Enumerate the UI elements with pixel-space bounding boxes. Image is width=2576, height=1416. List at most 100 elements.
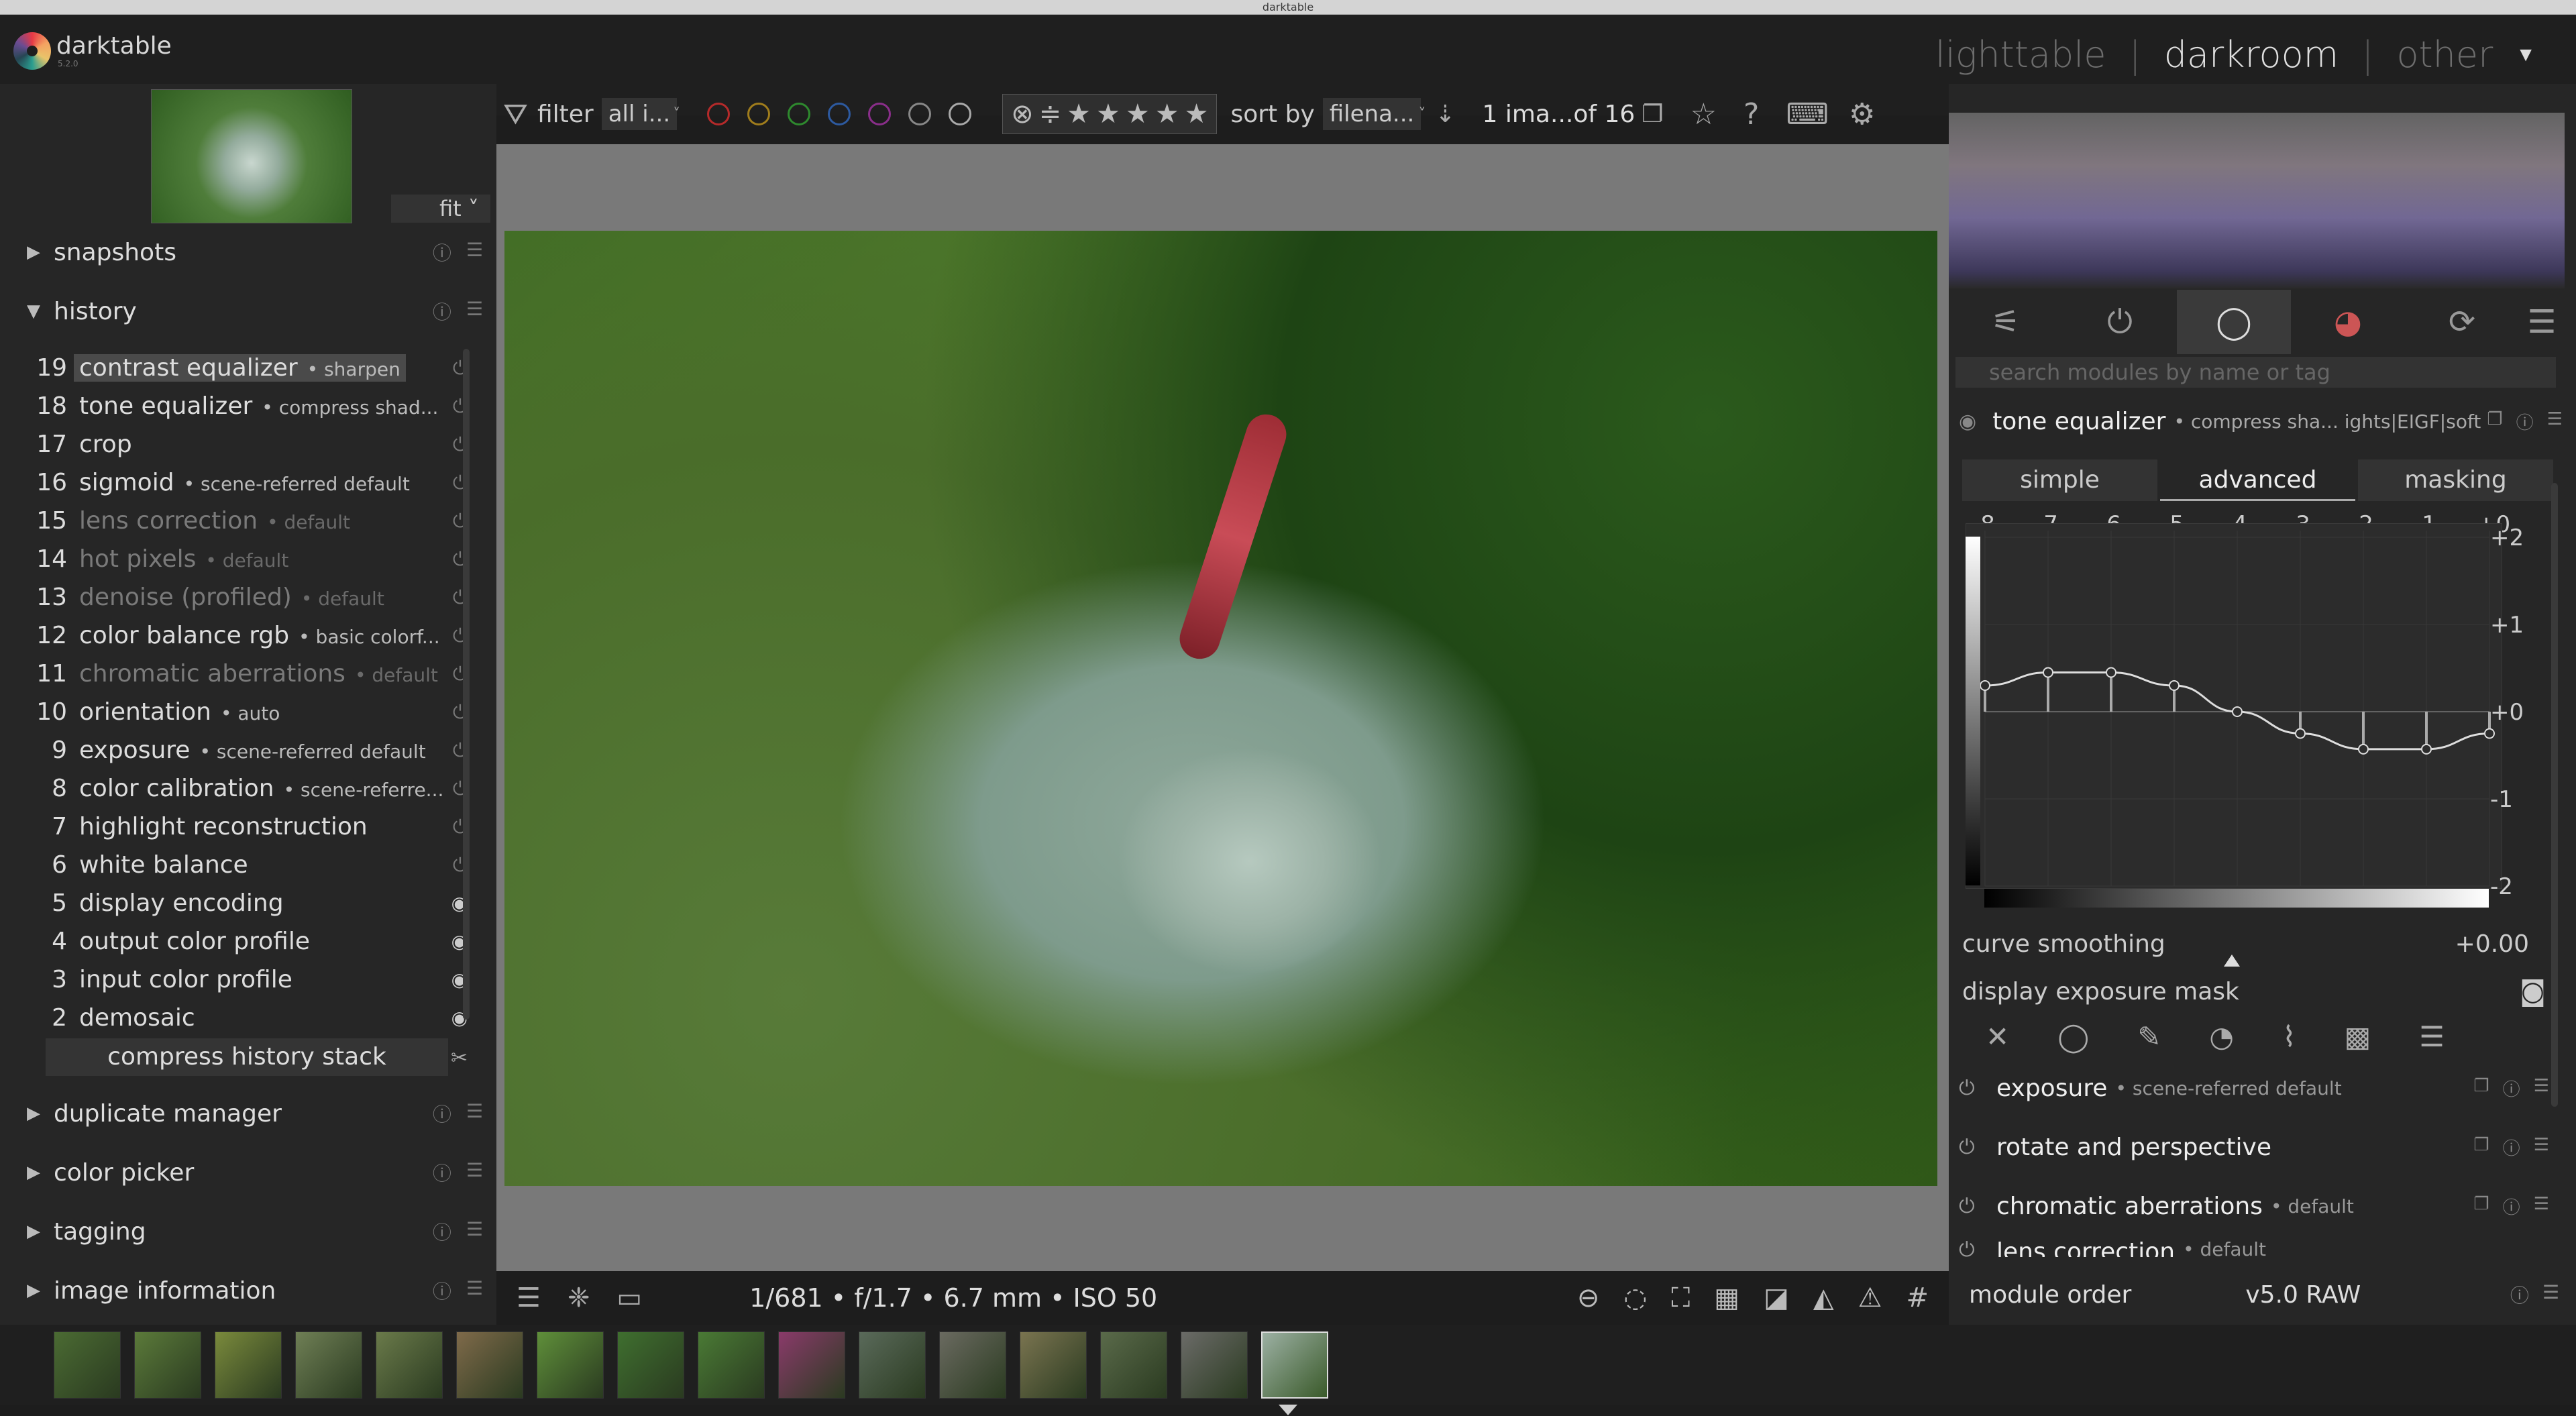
reset-icon[interactable]: ⓘ	[433, 1218, 451, 1245]
filmstrip-thumbnail[interactable]	[134, 1331, 201, 1399]
history-item[interactable]: 16 sigmoid • scene-referred default ⏻	[35, 464, 474, 502]
presets-icon[interactable]: ☰	[2534, 1194, 2549, 1219]
history-item[interactable]: 4 output color profile ◉	[35, 922, 474, 961]
histogram[interactable]	[1949, 113, 2565, 288]
second-window-icon[interactable]: ▭	[616, 1283, 642, 1313]
color-assessment-icon[interactable]: ⊖	[1577, 1283, 1600, 1313]
reset-icon[interactable]: ⓘ	[433, 1277, 451, 1304]
tone-curve-graph[interactable]	[1966, 523, 2502, 889]
history-item[interactable]: 15 lens correction • default ⏻	[35, 502, 474, 540]
history-item[interactable]: 2 demosaic ◉	[35, 999, 474, 1037]
star-icon[interactable]: ★	[1096, 99, 1120, 129]
history-item[interactable]: 6 white balance ⏻	[35, 846, 474, 884]
power-icon[interactable]: ⏻	[1959, 1195, 1996, 1218]
view-lighttable[interactable]: lighttable	[1935, 34, 2106, 76]
softproof-icon[interactable]: ▦	[1714, 1283, 1739, 1313]
filmstrip-thumbnail[interactable]	[215, 1331, 282, 1399]
reset-icon[interactable]: ⓘ	[2503, 1194, 2520, 1219]
zoom-fit-select[interactable]: fit ˅	[391, 195, 490, 223]
history-item[interactable]: 14 hot pixels • default ⏻	[35, 540, 474, 578]
filmstrip-thumbnail[interactable]	[537, 1331, 604, 1399]
color-label-icon[interactable]	[949, 103, 972, 125]
star-outline-icon[interactable]: ☆	[1690, 97, 1717, 131]
curve-node[interactable]	[2358, 743, 2369, 755]
presets-icon[interactable]: ☰	[2519, 290, 2565, 354]
remove-mask-icon[interactable]: ✕	[1986, 1020, 2009, 1053]
view-other[interactable]: other	[2396, 34, 2493, 76]
sort-order-icon[interactable]: ⇣	[1435, 101, 1455, 128]
presets-icon[interactable]: ☰	[2534, 1135, 2549, 1160]
reject-icon[interactable]: ⊗	[1011, 99, 1034, 129]
curve-node[interactable]	[2169, 680, 2180, 691]
presets-icon[interactable]: ☰	[466, 298, 483, 325]
filmstrip-thumbnail[interactable]	[54, 1331, 121, 1399]
section-color-picker[interactable]: ▶ color picker ⓘ ☰	[27, 1152, 483, 1193]
history-item[interactable]: 5 display encoding ◉	[35, 884, 474, 922]
presets-icon[interactable]: ☰	[466, 1218, 483, 1245]
tone-equalizer-header[interactable]: ◉ tone equalizer • compress sha... ights…	[1959, 401, 2563, 441]
filmstrip-thumbnail[interactable]	[456, 1331, 523, 1399]
filmstrip-thumbnail[interactable]	[778, 1331, 845, 1399]
filmstrip-thumbnail[interactable]	[1181, 1331, 1248, 1399]
drawn-parametric-icon[interactable]: ⌇	[2282, 1020, 2296, 1053]
filmstrip-thumbnail[interactable]	[376, 1331, 443, 1399]
reset-icon[interactable]: ⓘ	[433, 1100, 451, 1127]
tab-masking[interactable]: masking	[2358, 459, 2553, 501]
gamut-check-icon[interactable]: ◪	[1764, 1283, 1789, 1313]
clipping-warning-icon[interactable]: ⚠	[1858, 1283, 1882, 1313]
history-item[interactable]: 11 chromatic aberrations • default ⏻	[35, 655, 474, 693]
tab-advanced[interactable]: advanced	[2160, 459, 2355, 501]
color-label-icon[interactable]	[707, 103, 731, 125]
history-item[interactable]: 18 tone equalizer • compress shad... ⏻	[35, 387, 474, 425]
reset-icon[interactable]: ⓘ	[2503, 1076, 2520, 1101]
history-item[interactable]: 7 highlight reconstruction ⏻	[35, 808, 474, 846]
focus-peaking-icon[interactable]: ⛶	[1671, 1283, 1690, 1313]
curve-node[interactable]	[2232, 706, 2243, 717]
grouping-icon[interactable]: ❐	[1642, 101, 1663, 128]
filmstrip-thumbnail[interactable]	[1261, 1331, 1328, 1399]
history-item[interactable]: 9 exposure • scene-referred default ⏻	[35, 731, 474, 769]
presets-icon[interactable]: ☰	[466, 1159, 483, 1186]
module-search-input[interactable]: search modules by name or tag	[1955, 357, 2556, 388]
multi-instance-icon[interactable]: ❐	[2473, 1194, 2489, 1219]
presets-icon[interactable]: ☰	[466, 239, 483, 266]
module-chromatic-aberrations[interactable]: ⏻ chromatic aberrations • default ❐ ⓘ ☰	[1959, 1186, 2563, 1226]
reset-icon[interactable]: ⓘ	[433, 239, 451, 266]
filmstrip-thumbnail[interactable]	[859, 1331, 926, 1399]
tab-simple[interactable]: simple	[1962, 459, 2157, 501]
presets-icon[interactable]: ☰	[2419, 1020, 2445, 1053]
filmstrip-thumbnail[interactable]	[295, 1331, 362, 1399]
color-label-icon[interactable]	[868, 103, 892, 125]
presets-icon[interactable]: ☰	[466, 1100, 483, 1127]
gradient-mask-icon[interactable]: ◔	[2209, 1020, 2234, 1053]
color-label-icon[interactable]	[788, 103, 811, 125]
collapse-bottom-arrow[interactable]	[1279, 1405, 1297, 1415]
active-modules-tab[interactable]: ⏻	[2063, 290, 2177, 354]
guides-icon[interactable]: #	[1906, 1283, 1929, 1313]
module-order-bar[interactable]: module order v5.0 RAW ⓘ ☰	[1969, 1274, 2559, 1315]
module-rotate-and-perspective[interactable]: ⏻ rotate and perspective ❐ ⓘ ☰	[1959, 1127, 2563, 1167]
presets-icon[interactable]: ☰	[2547, 409, 2563, 434]
multi-instance-icon[interactable]: ❐	[2487, 409, 2502, 434]
star-icon[interactable]: ★	[1155, 99, 1179, 129]
history-item[interactable]: 13 denoise (profiled) • default ⏻	[35, 578, 474, 616]
filmstrip-thumbnail[interactable]	[698, 1331, 765, 1399]
reset-icon[interactable]: ⓘ	[433, 298, 451, 325]
curve-smoothing-slider[interactable]: curve smoothing +0.00	[1962, 927, 2553, 961]
color-label-icon[interactable]	[908, 103, 932, 125]
history-item[interactable]: 8 color calibration • scene-referre... ⏻	[35, 769, 474, 808]
help-icon[interactable]: ?	[1743, 97, 1759, 131]
history-scrollbar[interactable]	[463, 349, 470, 1020]
reset-icon[interactable]: ⓘ	[433, 1159, 451, 1186]
styles-icon[interactable]: ❈	[568, 1283, 590, 1313]
multi-instance-icon[interactable]: ❐	[2473, 1076, 2489, 1101]
section-duplicate-manager[interactable]: ▶ duplicate manager ⓘ ☰	[27, 1093, 483, 1134]
history-item[interactable]: 10 orientation • auto ⏻	[35, 693, 474, 731]
module-lens-correction[interactable]: ⏻ lens correction • default	[1959, 1238, 2563, 1257]
iso12646-icon[interactable]: ◌	[1623, 1283, 1647, 1313]
curve-node[interactable]	[2043, 667, 2053, 678]
history-item[interactable]: 12 color balance rgb • basic colorf... ⏻	[35, 616, 474, 655]
curve-node[interactable]	[2295, 728, 2306, 739]
filter-select[interactable]: all i...	[601, 98, 678, 130]
power-icon[interactable]: ⏻	[1959, 1238, 1996, 1257]
